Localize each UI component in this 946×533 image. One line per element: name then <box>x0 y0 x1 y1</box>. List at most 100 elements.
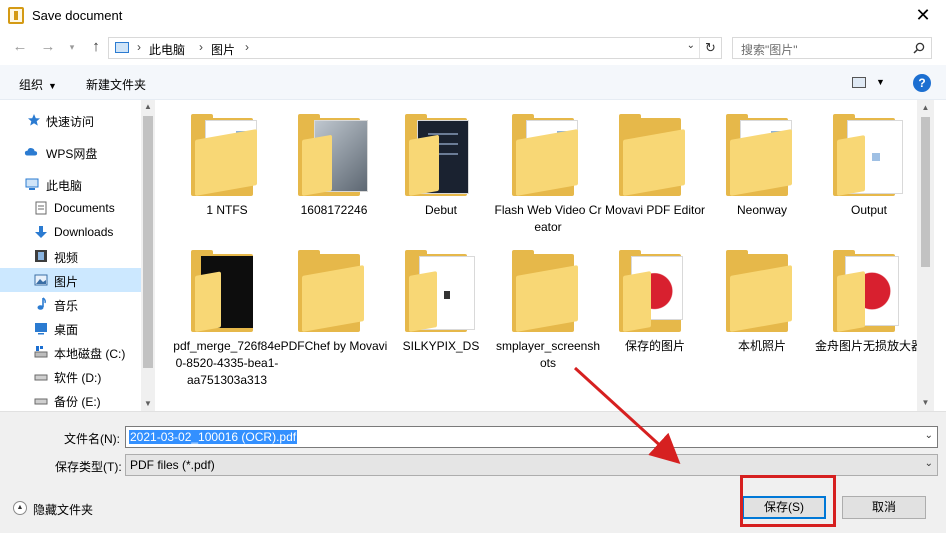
folder-icon <box>833 114 905 196</box>
scroll-down-icon[interactable]: ▼ <box>917 395 934 411</box>
folder-name: 本机照片 <box>737 339 786 353</box>
nav-label: Downloads <box>54 225 114 239</box>
filename-label: 文件名(N): <box>64 432 120 446</box>
scroll-down-icon[interactable]: ▼ <box>141 397 155 411</box>
folder-name: 1608172246 <box>300 203 368 217</box>
document-icon <box>35 201 47 215</box>
folder-item[interactable]: 本机照片 <box>708 236 816 386</box>
folder-name: 金舟图片无损放大器 <box>815 339 924 353</box>
help-icon[interactable]: ? <box>913 74 931 92</box>
nav-item-drive-d[interactable]: 软件 (D:) <box>0 364 141 388</box>
nav-item-pictures[interactable]: 图片 <box>0 268 141 292</box>
folder-icon <box>191 114 263 196</box>
address-bar[interactable]: › 此电脑 › 图片 › ⌄ ↻ <box>108 37 722 59</box>
music-icon <box>37 297 46 310</box>
chevron-right-icon[interactable]: › <box>245 40 249 54</box>
nav-label: Documents <box>54 201 115 215</box>
folder-icon <box>405 114 477 196</box>
scroll-up-icon[interactable]: ▲ <box>141 100 155 114</box>
filename-input[interactable]: 2021-03-02_100016 (OCR).pdf ⌄ <box>125 426 938 448</box>
toolbar: 组织 ▼ 新建文件夹 ▼ ? <box>0 65 946 100</box>
breadcrumb-pictures[interactable]: 图片 <box>211 41 235 58</box>
nav-item-videos[interactable]: 视频 <box>0 244 141 268</box>
desktop-icon <box>35 323 47 335</box>
organize-menu[interactable]: 组织 ▼ <box>19 76 57 93</box>
back-arrow-icon[interactable]: ← <box>10 37 30 57</box>
video-icon <box>35 250 47 262</box>
folder-icon <box>298 250 370 332</box>
nav-item-documents[interactable]: Documents <box>0 196 141 220</box>
new-folder-button[interactable]: 新建文件夹 <box>86 76 146 93</box>
view-options-icon[interactable] <box>852 77 866 88</box>
nav-scrollbar[interactable]: ▲ ▼ <box>141 100 155 411</box>
cancel-button[interactable]: 取消 <box>842 496 926 519</box>
file-list-scrollbar[interactable]: ▲ ▼ <box>917 100 934 411</box>
forward-arrow-icon[interactable]: → <box>38 37 58 57</box>
folder-name: Neonway <box>736 203 788 217</box>
drive-icon <box>34 398 48 405</box>
folder-item[interactable]: PDFChef by Movavi <box>280 236 388 386</box>
drive-icon <box>34 374 48 381</box>
nav-item-wps-drive[interactable]: WPS网盘 <box>0 140 141 164</box>
chevron-right-icon[interactable]: › <box>137 40 141 54</box>
save-button[interactable]: 保存(S) <box>742 496 826 519</box>
chevron-right-icon[interactable]: › <box>199 40 203 54</box>
download-icon <box>35 226 47 238</box>
title-bar: Save document ✕ <box>0 0 946 31</box>
folder-item[interactable]: 保存的图片 <box>601 236 709 386</box>
star-icon <box>28 114 40 126</box>
breadcrumb-this-pc[interactable]: 此电脑 <box>149 41 185 58</box>
refresh-icon[interactable]: ↻ <box>699 38 721 58</box>
folder-item[interactable]: 1608172246 <box>280 100 388 250</box>
close-button[interactable]: ✕ <box>900 0 946 31</box>
nav-item-quick-access[interactable]: 快速访问 <box>0 108 141 132</box>
nav-item-music[interactable]: 音乐 <box>0 292 141 316</box>
folder-item[interactable]: Debut <box>387 100 495 250</box>
file-list: 1 NTFS 1608172246 Debut Flash Web Video … <box>155 100 946 411</box>
nav-label: 桌面 <box>54 323 79 337</box>
caret-down-icon: ▼ <box>48 81 57 91</box>
folder-name: Flash Web Video Creator <box>494 203 602 234</box>
folder-item[interactable]: 金舟图片无损放大器 <box>815 236 923 386</box>
nav-item-this-pc[interactable]: 此电脑 <box>0 172 141 196</box>
window-title: Save document <box>32 8 123 23</box>
filetype-select[interactable]: PDF files (*.pdf) ⌄ <box>125 454 938 476</box>
nav-label: 备份 (E:) <box>54 395 101 409</box>
nav-item-drive-e[interactable]: 备份 (E:) <box>0 388 141 411</box>
nav-label: 本地磁盘 (C:) <box>54 347 126 361</box>
caret-down-icon[interactable]: ▼ <box>876 77 885 87</box>
folder-item[interactable]: Neonway <box>708 100 816 250</box>
chevron-down-icon[interactable]: ⌄ <box>925 458 933 469</box>
save-form: 文件名(N): 2021-03-02_100016 (OCR).pdf ⌄ 保存… <box>0 411 946 533</box>
search-icon[interactable] <box>913 42 925 54</box>
folder-item[interactable]: SILKYPIX_DS <box>387 236 495 386</box>
recent-dropdown-icon[interactable]: ▾ <box>62 37 82 57</box>
folder-name: pdf_merge_726f84e0-8520-4335-bea1-aa7513… <box>173 339 281 387</box>
folder-item[interactable]: Output <box>815 100 923 250</box>
nav-item-drive-c[interactable]: 本地磁盘 (C:) <box>0 340 141 364</box>
nav-label: 软件 (D:) <box>54 371 102 385</box>
nav-label: 图片 <box>54 275 79 289</box>
collapse-up-icon: ▲ <box>13 501 27 515</box>
computer-icon <box>25 178 39 190</box>
scroll-up-icon[interactable]: ▲ <box>917 100 934 116</box>
scrollbar-thumb[interactable] <box>143 116 153 368</box>
nav-item-downloads[interactable]: Downloads <box>0 220 141 244</box>
folder-item[interactable]: Movavi PDF Editor <box>601 100 709 250</box>
nav-item-desktop[interactable]: 桌面 <box>0 316 141 340</box>
folder-icon <box>833 250 905 332</box>
filename-value: 2021-03-02_100016 (OCR).pdf <box>129 430 298 444</box>
folder-icon <box>619 114 691 196</box>
up-arrow-icon[interactable]: ↑ <box>86 37 106 57</box>
folder-item[interactable]: pdf_merge_726f84e0-8520-4335-bea1-aa7513… <box>173 236 281 387</box>
scrollbar-thumb[interactable] <box>921 117 930 267</box>
picture-icon <box>34 274 48 286</box>
nav-label: 此电脑 <box>46 179 83 193</box>
search-input[interactable]: 搜索"图片" <box>732 37 932 59</box>
folder-item[interactable]: 1 NTFS <box>173 100 281 250</box>
chevron-down-icon[interactable]: ⌄ <box>687 40 695 51</box>
folder-item[interactable]: smplayer_screenshots <box>494 236 602 386</box>
hide-folders-label: 隐藏文件夹 <box>33 503 94 517</box>
folder-item[interactable]: Flash Web Video Creator <box>494 100 602 250</box>
chevron-down-icon[interactable]: ⌄ <box>925 430 933 441</box>
